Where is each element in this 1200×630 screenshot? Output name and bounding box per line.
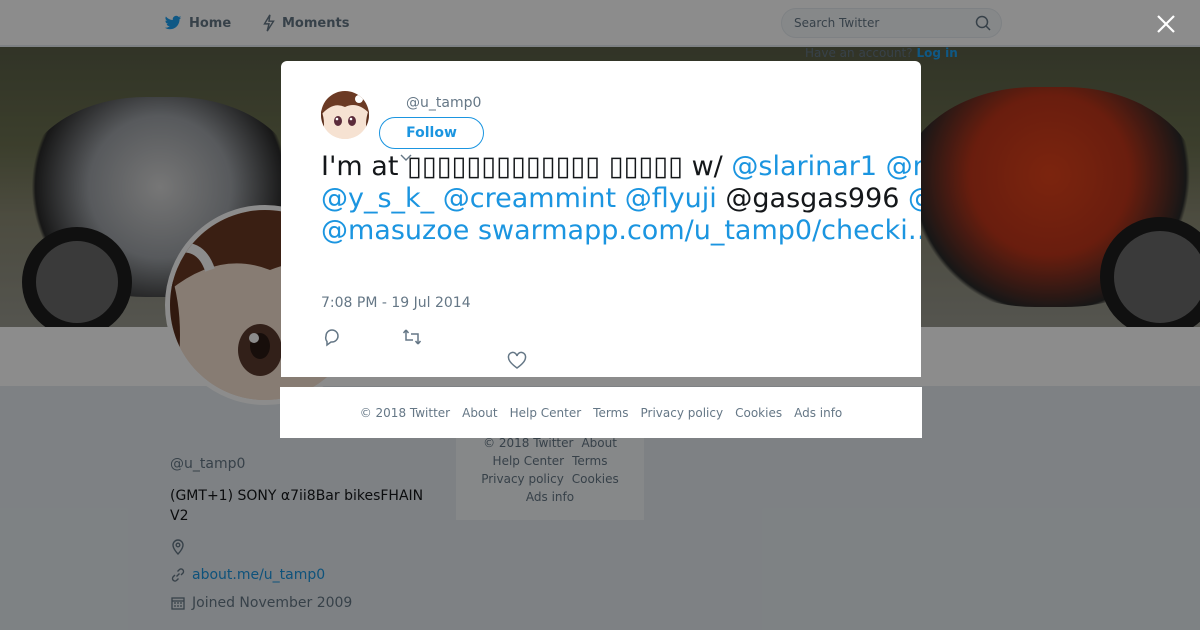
mention-link[interactable]: @y_s_k_ [321, 183, 434, 214]
follow-button[interactable]: Follow [379, 117, 484, 149]
mention-link[interactable]: @noripi_be5d [886, 151, 921, 182]
tweet-text: I'm at ▯▯▯▯▯▯▯▯▯▯▯▯▯ ▯▯▯▯▯ w/ @slarinar1… [321, 151, 921, 247]
modal-footer: © 2018 Twitter About Help Center Terms P… [280, 387, 922, 438]
mention-link[interactable]: @masuzoe [321, 215, 469, 246]
tweet-avatar-illustration [321, 91, 369, 139]
tweet-text-prefix: I'm at ▯▯▯▯▯▯▯▯▯▯▯▯▯ ▯▯▯▯▯ w/ [321, 151, 723, 182]
tweet-avatar[interactable] [321, 91, 369, 139]
footer-cookies-link[interactable]: Cookies [735, 406, 782, 420]
footer-copyright: © 2018 Twitter [359, 405, 451, 420]
reply-icon[interactable] [322, 327, 342, 347]
tweet-modal: @u_tamp0 Follow I'm at ▯▯▯▯▯▯▯▯▯▯▯▯▯ ▯▯▯… [281, 61, 921, 377]
heart-icon[interactable] [507, 351, 527, 371]
mention-link[interactable]: @slarinar1 [731, 151, 877, 182]
footer-terms-link[interactable]: Terms [593, 406, 628, 420]
footer-about-link[interactable]: About [462, 406, 497, 420]
mention-link[interactable]: @d4isuk3 [908, 183, 921, 214]
footer-ads-link[interactable]: Ads info [794, 406, 842, 420]
footer-help-link[interactable]: Help Center [510, 406, 582, 420]
retweet-icon[interactable] [402, 327, 422, 347]
footer-privacy-link[interactable]: Privacy policy [641, 406, 724, 420]
mention-link[interactable]: @flyuji [625, 183, 717, 214]
tweet-timestamp[interactable]: 7:08 PM - 19 Jul 2014 [321, 295, 471, 311]
tweet-handle[interactable]: @u_tamp0 [406, 95, 481, 111]
plain-mention: @gasgas996 [725, 183, 900, 214]
mention-link[interactable]: @creammint [443, 183, 616, 214]
close-icon[interactable] [1152, 10, 1180, 38]
checkin-link[interactable]: swarmapp.com/u_tamp0/checki… [478, 215, 921, 246]
